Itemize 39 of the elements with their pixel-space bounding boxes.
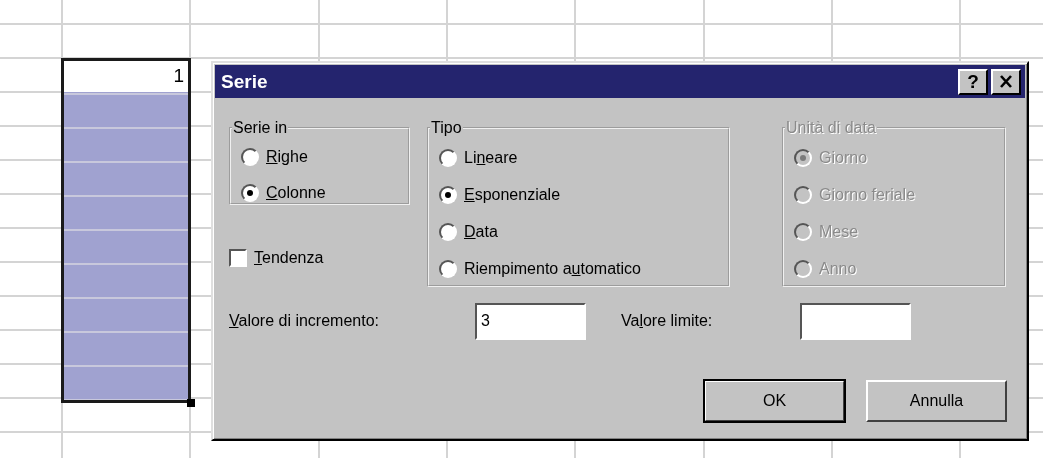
option-label: Colonne	[266, 184, 326, 202]
input-field[interactable]	[800, 302, 911, 340]
help-button[interactable]: ?	[958, 68, 988, 95]
radio-option[interactable]: Riempimento automatico	[439, 250, 728, 287]
dialog-button[interactable]: Annulla	[866, 380, 1007, 422]
radio-option[interactable]: Lineare	[439, 139, 728, 176]
option-label: Riempimento automatico	[464, 259, 641, 278]
group-title: Tipo	[430, 119, 463, 137]
radio-button[interactable]	[439, 222, 457, 241]
checkbox-label: Tendenza	[254, 249, 324, 267]
close-button[interactable]	[991, 68, 1021, 95]
option-label: Giorno feriale	[819, 185, 916, 204]
radio-option[interactable]: Colonne	[241, 175, 408, 211]
dialog-title: Serie	[221, 70, 268, 93]
fill-handle[interactable]	[187, 399, 195, 407]
radio-option[interactable]: Esponenziale	[439, 176, 728, 213]
group-title: Unità di data	[785, 119, 877, 137]
option-label: Mese	[819, 222, 859, 241]
option-label: Lineare	[464, 148, 518, 167]
active-cell[interactable]: 1	[64, 61, 188, 92]
radio-option[interactable]: Data	[439, 213, 728, 250]
option-label: Righe	[266, 148, 308, 166]
close-icon	[999, 75, 1013, 88]
radio-button[interactable]	[241, 148, 259, 166]
option-label: Esponenziale	[464, 185, 561, 204]
group-title: Serie in	[232, 119, 289, 137]
checkbox[interactable]	[229, 249, 247, 267]
dialog-button[interactable]: OK	[704, 380, 845, 422]
field-label: Valore di incremento:	[229, 312, 380, 330]
radio-button[interactable]	[439, 185, 457, 204]
field-label: Valore limite:	[621, 312, 714, 330]
radio-button[interactable]	[241, 184, 259, 202]
option-label: Anno	[819, 259, 857, 278]
option-label: Data	[464, 222, 498, 241]
input-field[interactable]: 3	[475, 302, 586, 340]
option-label: Giorno	[819, 148, 868, 167]
radio-button[interactable]	[439, 148, 457, 167]
radio-button[interactable]	[439, 259, 457, 278]
radio-option[interactable]: Righe	[241, 139, 408, 175]
